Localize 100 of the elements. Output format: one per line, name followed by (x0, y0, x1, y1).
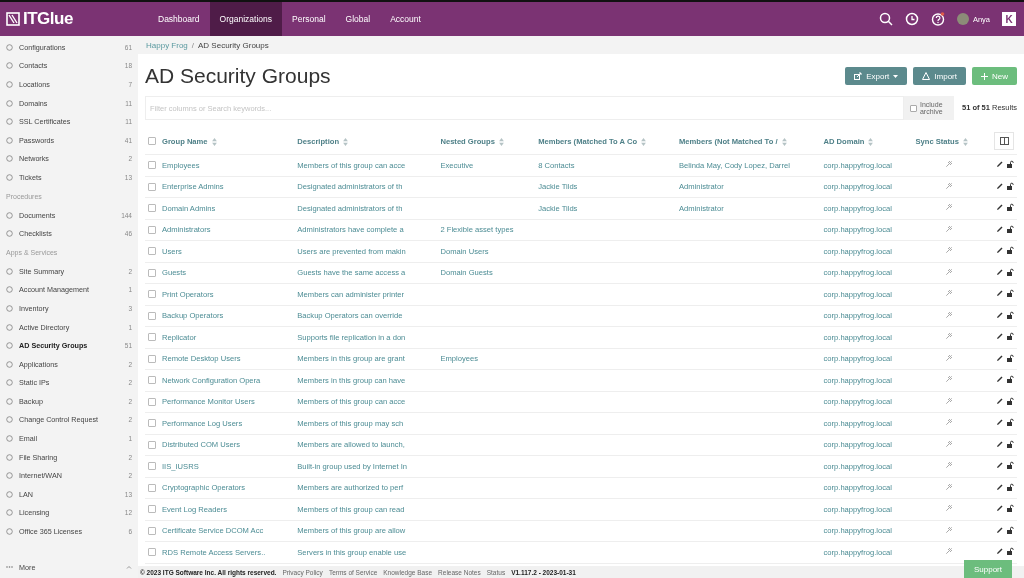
pencil-icon[interactable] (995, 461, 1004, 470)
row-checkbox[interactable] (148, 161, 156, 170)
select-all-checkbox[interactable] (148, 137, 156, 145)
sync-off-icon (944, 439, 953, 448)
unlocked-icon[interactable] (1006, 525, 1014, 534)
row-checkbox[interactable] (148, 526, 156, 535)
pencil-icon[interactable] (995, 224, 1004, 233)
row-checkbox[interactable] (148, 419, 156, 428)
row-checkbox[interactable] (148, 483, 156, 492)
export-button[interactable]: Export (845, 67, 908, 85)
circle-icon (6, 416, 13, 424)
unlocked-icon[interactable] (1006, 203, 1014, 212)
pencil-icon[interactable] (995, 181, 1004, 190)
logo-text[interactable]: ITGlue (23, 9, 73, 29)
unlocked-icon[interactable] (1006, 224, 1014, 233)
unlocked-icon[interactable] (1006, 504, 1014, 513)
nav-tab[interactable]: Personal (282, 2, 336, 36)
row-checkbox[interactable] (148, 548, 156, 557)
unlocked-icon[interactable] (1006, 160, 1014, 169)
sync-off-icon (944, 418, 953, 427)
unlocked-icon[interactable] (1006, 289, 1014, 298)
pencil-icon[interactable] (995, 160, 1004, 169)
unlocked-icon[interactable] (1006, 439, 1014, 448)
row-checkbox[interactable] (148, 376, 156, 385)
circle-icon (6, 397, 13, 405)
circle-icon (6, 453, 13, 461)
sync-off-icon (944, 332, 953, 341)
circle-icon (6, 379, 13, 387)
row-checkbox[interactable] (148, 440, 156, 449)
plus-icon (981, 72, 988, 80)
pencil-icon[interactable] (995, 396, 1004, 405)
app-switcher[interactable]: K (1002, 12, 1016, 26)
pencil-icon[interactable] (995, 418, 1004, 427)
pencil-icon[interactable] (995, 375, 1004, 384)
unlocked-icon[interactable] (1006, 418, 1014, 427)
pencil-icon[interactable] (995, 525, 1004, 534)
nav-tab[interactable]: Account (380, 2, 431, 36)
sync-off-icon (944, 267, 953, 276)
columns-icon (999, 137, 1009, 145)
import-icon (922, 72, 931, 80)
sync-off-icon (944, 310, 953, 319)
row-checkbox[interactable] (148, 182, 156, 191)
pencil-icon[interactable] (995, 332, 1004, 341)
columns-button[interactable] (994, 132, 1014, 150)
breadcrumb-current: AD Security Groups (198, 40, 269, 50)
row-checkbox[interactable] (148, 247, 156, 256)
pencil-icon[interactable] (995, 267, 1004, 276)
search-icon[interactable] (878, 12, 893, 26)
import-button[interactable]: Import (913, 67, 966, 85)
row-checkbox[interactable] (148, 225, 156, 234)
nav-tab[interactable]: Organizations (209, 2, 283, 36)
row-checkbox[interactable] (148, 462, 156, 471)
pencil-icon[interactable] (995, 547, 1004, 556)
row-checkbox[interactable] (148, 290, 156, 299)
circle-icon (6, 490, 13, 498)
unlocked-icon[interactable] (1006, 181, 1014, 190)
pencil-icon[interactable] (995, 203, 1004, 212)
pencil-icon[interactable] (995, 289, 1004, 298)
unlocked-icon[interactable] (1006, 310, 1014, 319)
pencil-icon[interactable] (995, 246, 1004, 255)
circle-icon (6, 211, 13, 219)
pencil-icon[interactable] (995, 439, 1004, 448)
unlocked-icon[interactable] (1006, 246, 1014, 255)
circle-icon (6, 99, 13, 107)
circle-icon (6, 267, 13, 275)
clock-icon[interactable] (904, 12, 919, 26)
pencil-icon[interactable] (995, 353, 1004, 362)
unlocked-icon[interactable] (1006, 332, 1014, 341)
nav-tab[interactable]: Dashboard (148, 2, 210, 36)
nav-tab[interactable]: Global (335, 2, 381, 36)
pencil-icon[interactable] (995, 504, 1004, 513)
circle-icon (6, 43, 13, 51)
sync-off-icon (944, 525, 953, 534)
pencil-icon[interactable] (995, 482, 1004, 491)
unlocked-icon[interactable] (1006, 375, 1014, 384)
unlocked-icon[interactable] (1006, 482, 1014, 491)
export-icon (854, 72, 863, 80)
help-icon[interactable] (930, 12, 945, 26)
unlocked-icon[interactable] (1006, 267, 1014, 276)
sync-off-icon (944, 160, 953, 169)
row-checkbox[interactable] (148, 397, 156, 406)
checkbox[interactable] (909, 104, 917, 112)
row-checkbox[interactable] (148, 311, 156, 320)
row-checkbox[interactable] (148, 268, 156, 277)
row-checkbox[interactable] (148, 333, 156, 342)
circle-icon (6, 360, 13, 368)
circle-icon (6, 435, 13, 443)
sync-off-icon (944, 353, 953, 362)
row-checkbox[interactable] (148, 354, 156, 363)
unlocked-icon[interactable] (1006, 461, 1014, 470)
pencil-icon[interactable] (995, 310, 1004, 319)
unlocked-icon[interactable] (1006, 547, 1014, 556)
sync-off-icon (944, 547, 953, 556)
sync-off-icon (944, 396, 953, 405)
breadcrumb-link[interactable]: Happy Frog (146, 40, 188, 50)
row-checkbox[interactable] (148, 204, 156, 213)
row-checkbox[interactable] (148, 505, 156, 514)
unlocked-icon[interactable] (1006, 396, 1014, 405)
unlocked-icon[interactable] (1006, 353, 1014, 362)
circle-icon (6, 342, 13, 350)
